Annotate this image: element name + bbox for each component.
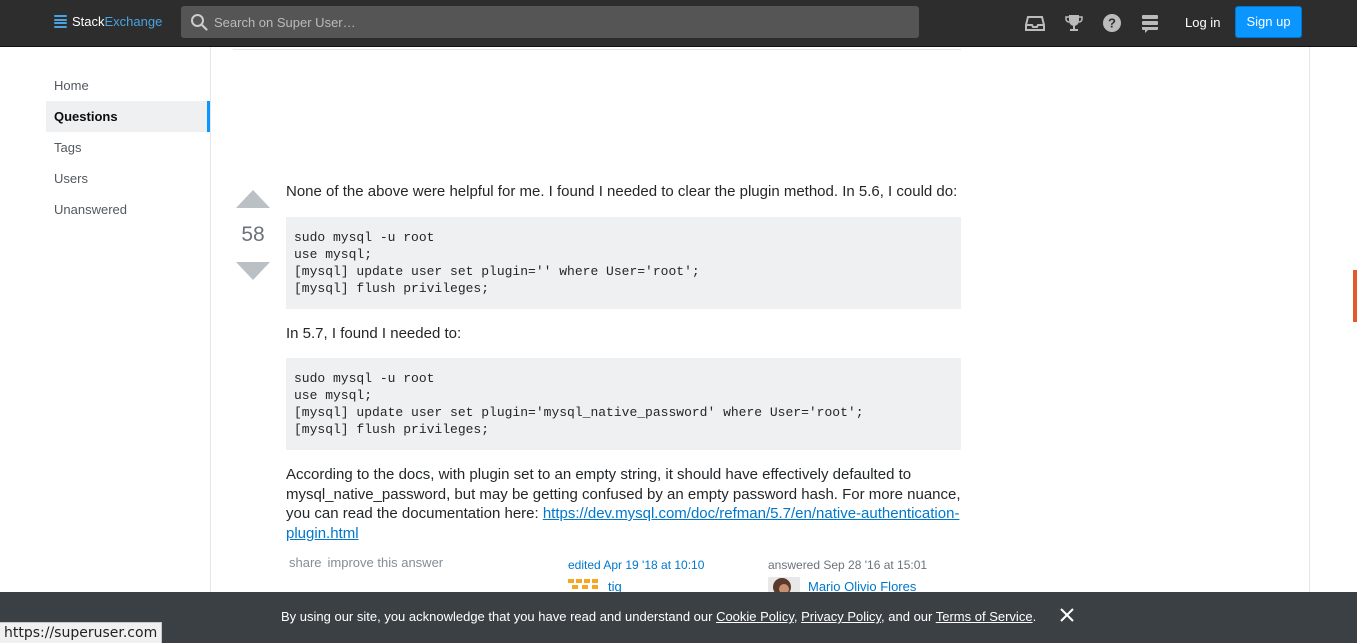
stackexchange-logo[interactable]: Stack Exchange bbox=[54, 14, 162, 29]
achievements-icon[interactable] bbox=[1064, 13, 1084, 33]
answer-text-57: In 5.7, I found I needed to: bbox=[286, 324, 462, 342]
login-link[interactable]: Log in bbox=[1185, 15, 1220, 30]
status-bar-url: https://superuser.com bbox=[0, 622, 163, 643]
cookie-text-sep2: , and our bbox=[881, 609, 936, 624]
improve-answer-link[interactable]: improve this answer bbox=[328, 555, 444, 570]
vote-count: 58 bbox=[241, 223, 265, 246]
cookie-banner-text: By using our site, you acknowledge that … bbox=[281, 609, 1036, 624]
answer-docs-paragraph: According to the docs, with plugin set t… bbox=[286, 465, 961, 543]
search-input[interactable] bbox=[214, 6, 904, 38]
site-switcher-icon[interactable] bbox=[1140, 13, 1160, 33]
author-avatar[interactable] bbox=[768, 577, 800, 593]
post-menu: share improve this answer bbox=[289, 555, 449, 570]
help-icon[interactable]: ? bbox=[1102, 13, 1122, 33]
close-icon[interactable] bbox=[1059, 607, 1075, 623]
sidebar-item-users[interactable]: Users bbox=[46, 163, 210, 194]
inbox-icon[interactable] bbox=[1025, 13, 1045, 33]
edited-timestamp[interactable]: edited Apr 19 '18 at 10:10 bbox=[568, 558, 704, 572]
content-divider bbox=[233, 49, 961, 50]
privacy-policy-link[interactable]: Privacy Policy bbox=[801, 609, 881, 624]
sidebar-item-home[interactable]: Home bbox=[46, 70, 210, 101]
answer-body: None of the above were helpful for me. I… bbox=[286, 182, 961, 558]
upvote-arrow-icon[interactable] bbox=[236, 190, 270, 208]
signup-button[interactable]: Sign up bbox=[1235, 6, 1302, 38]
stackexchange-logo-icon bbox=[54, 15, 67, 28]
answer-intro: None of the above were helpful for me. I… bbox=[286, 183, 958, 200]
downvote-arrow-icon[interactable] bbox=[236, 262, 270, 280]
terms-of-service-link[interactable]: Terms of Service bbox=[936, 609, 1033, 624]
logo-text-exchange: Exchange bbox=[104, 14, 163, 29]
answered-timestamp: answered Sep 28 '16 at 15:01 bbox=[768, 558, 928, 572]
sidebar-item-tags[interactable]: Tags bbox=[46, 132, 210, 163]
sidebar-item-unanswered[interactable]: Unanswered bbox=[46, 194, 210, 225]
cookie-text-sep1: , bbox=[793, 609, 802, 624]
left-sidebar: Home Questions Tags Users Unanswered bbox=[46, 70, 210, 225]
cookie-text-suffix: . bbox=[1032, 609, 1037, 624]
search-icon bbox=[191, 14, 208, 31]
editor-avatar[interactable] bbox=[568, 577, 600, 593]
page-edge-marker bbox=[1353, 270, 1357, 322]
content-right-border bbox=[1309, 47, 1310, 592]
cookie-text-prefix: By using our site, you acknowledge that … bbox=[281, 609, 717, 624]
logo-text-stack: Stack bbox=[72, 14, 105, 29]
sidebar-item-questions[interactable]: Questions bbox=[46, 101, 210, 132]
code-block-mysql-57: sudo mysql -u root use mysql; [mysql] up… bbox=[286, 358, 961, 450]
svg-text:?: ? bbox=[1108, 16, 1116, 31]
cookie-banner: By using our site, you acknowledge that … bbox=[0, 592, 1357, 643]
share-link[interactable]: share bbox=[289, 555, 322, 570]
code-block-mysql-56: sudo mysql -u root use mysql; [mysql] up… bbox=[286, 216, 961, 309]
sidebar-divider bbox=[210, 47, 211, 592]
cookie-policy-link[interactable]: Cookie Policy bbox=[716, 609, 794, 624]
top-bar: StackExchange ? Log in Sign up bbox=[0, 0, 1357, 47]
search-box[interactable] bbox=[181, 6, 919, 38]
